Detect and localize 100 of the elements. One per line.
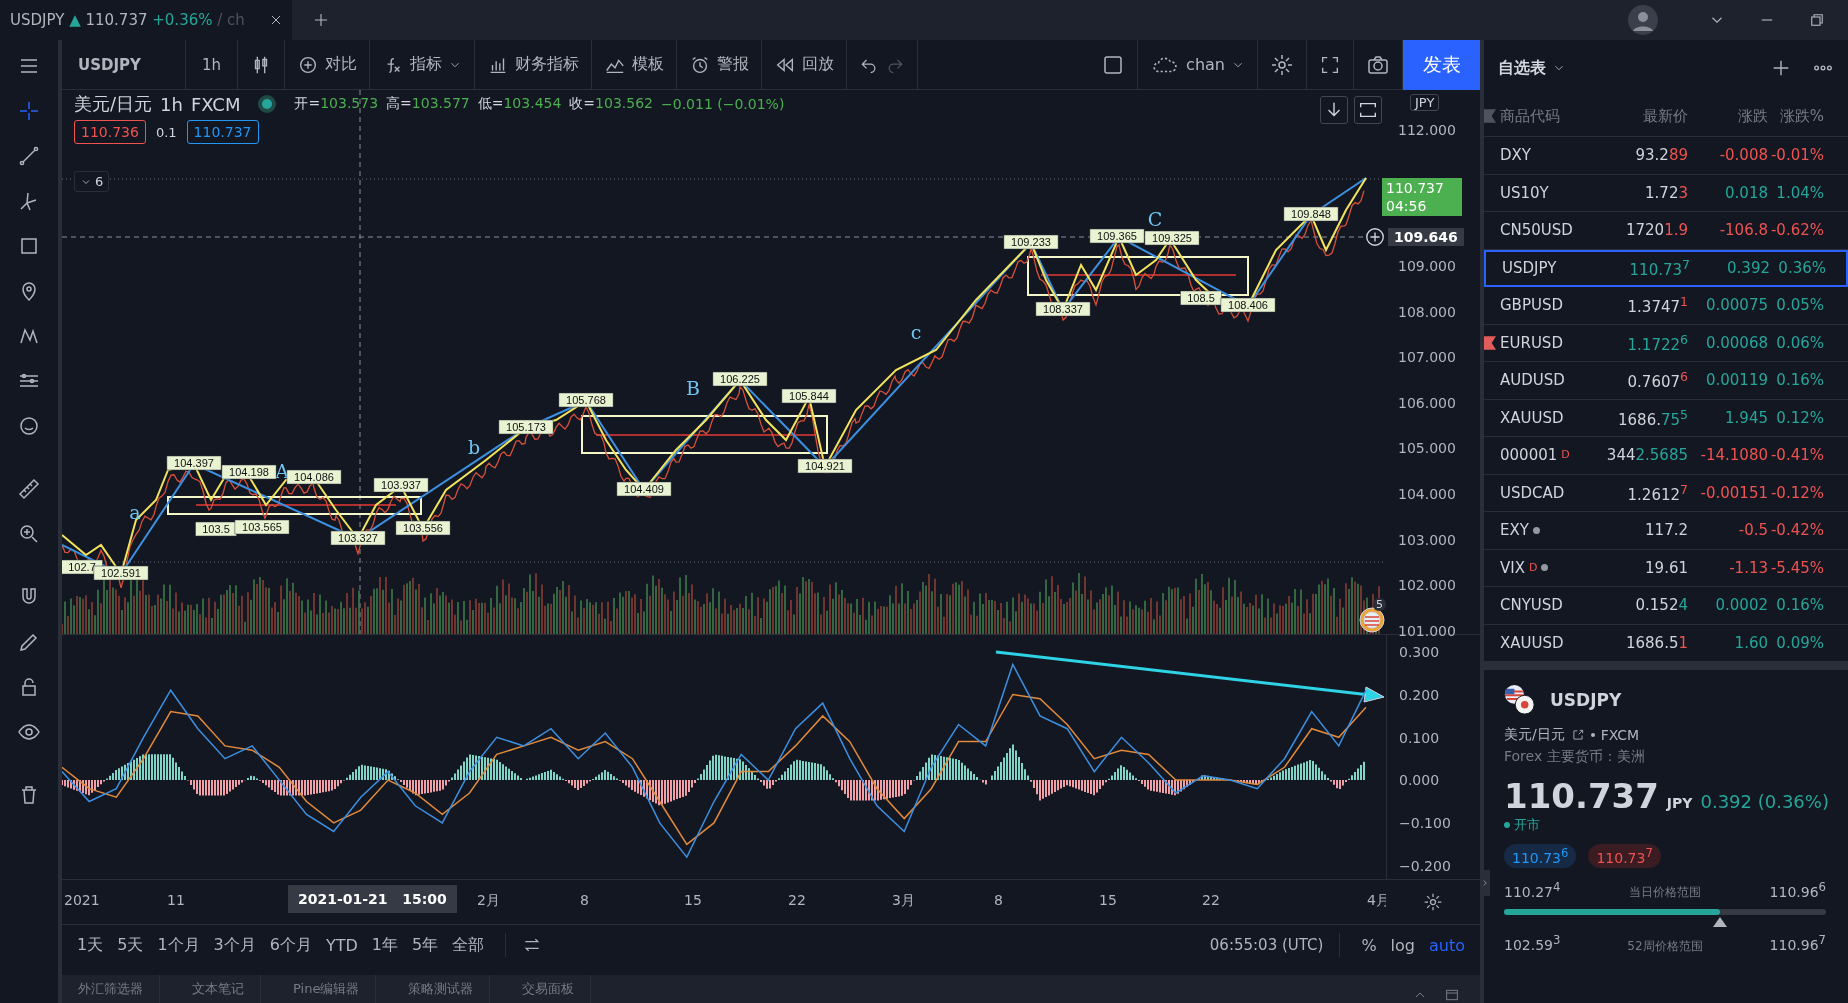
publish-button[interactable]: 发表 [1403, 39, 1480, 90]
panel-tab[interactable]: 交易面板 [506, 975, 592, 1003]
price-text: 19.61 [1644, 558, 1688, 577]
event-flag-icon[interactable] [1359, 607, 1385, 633]
scale-button[interactable]: % [1356, 935, 1382, 955]
change-text: −0.011 (−0.01%) [661, 96, 785, 112]
indicators-toggle[interactable]: 6 [74, 171, 110, 192]
watchlist-row[interactable]: EXY 117.2 -0.5 -0.42% [1484, 512, 1848, 550]
new-tab-icon[interactable] [312, 11, 330, 29]
watchlist-row[interactable]: AUDUSD 0.7607$^{6}$ 0.00119 0.16% [1484, 362, 1848, 400]
watchlist-row[interactable]: USDJPY 110.73$^{7}$ 0.392 0.36% [1484, 249, 1848, 287]
range-button[interactable]: 1个月 [152, 934, 205, 956]
watchlist-row[interactable]: VIX D 19.61 -1.13 -5.45% [1484, 549, 1848, 587]
range-button[interactable]: 6个月 [264, 934, 317, 956]
reset-icon[interactable] [1354, 96, 1382, 124]
panel-tab[interactable]: Pine编辑器 [277, 975, 377, 1003]
symbol-text: US10Y [1500, 183, 1549, 202]
scale-button[interactable]: auto [1424, 935, 1470, 955]
percent-text: -0.42% [1769, 521, 1824, 540]
collapse-handle-icon[interactable] [1480, 870, 1490, 896]
pivot-label: 104.921 [797, 458, 853, 474]
price-text: 110.73$^{7}$ [1628, 257, 1690, 280]
time-tick: 22 [788, 892, 806, 909]
axis-tick: 109.000 [1398, 258, 1456, 274]
watchlist-row[interactable]: XAUUSD 1686.75$^{5}$ 1.945 0.12% [1484, 399, 1848, 437]
time-tick: 8 [994, 892, 1003, 909]
column-header[interactable]: 最新价 [1596, 106, 1688, 126]
range-button[interactable]: 5天 [112, 934, 149, 956]
flag-icon[interactable] [1484, 334, 1496, 351]
external-link-icon[interactable] [1570, 728, 1585, 742]
range-button[interactable]: 1年 [366, 934, 403, 956]
toolbar-button[interactable]: 指标 [410, 54, 443, 75]
price-text: 1.2612$^{7}$ [1626, 481, 1688, 504]
range-button[interactable]: 1天 [72, 934, 109, 956]
percent-text: -0.62% [1769, 221, 1824, 240]
scale-button[interactable]: log [1385, 935, 1420, 955]
watchlist-row[interactable]: EURUSD 1.1722$^{6}$ 0.00068 0.06% [1484, 324, 1848, 362]
crosshair-time: 2021-01-21 15:00 [288, 885, 457, 914]
pivot-label: 103.556 [395, 520, 451, 536]
watchlist-row[interactable]: 000001 D 3442.5685 -14.1080 -0.41% [1484, 437, 1848, 475]
sell-price[interactable]: 110.736 [74, 120, 146, 144]
ruler-icon[interactable] [17, 477, 41, 501]
range-button[interactable]: 全部 [447, 934, 490, 956]
symbol-text: AUDUSD [1500, 371, 1565, 390]
ohlc-value: 高=103.577 [386, 95, 470, 113]
interval-button[interactable]: 1h [186, 39, 239, 90]
layout-name[interactable]: chan [1186, 55, 1225, 74]
watchlist-row[interactable]: US10Y 1.723 0.018 1.04% [1484, 174, 1848, 212]
watchlist-row[interactable]: DXY 93.289 -0.008 -0.01% [1484, 137, 1848, 175]
range-label: 52周价格范围 [1627, 937, 1703, 955]
column-header[interactable]: 涨跌 [1688, 106, 1768, 126]
pivot-label: 106.225 [712, 371, 768, 387]
bid-price[interactable]: 110.73$^{6}$ [1504, 844, 1577, 868]
price-text: 1.3747$^{1}$ [1626, 294, 1688, 317]
change-text: 0.00119 [1704, 371, 1768, 390]
watchlist-row[interactable]: GBPUSD 1.3747$^{1}$ 0.00075 0.05% [1484, 287, 1848, 325]
trend-line-icon[interactable] [17, 144, 41, 168]
pivot-label: 105.173 [498, 419, 554, 435]
buy-price[interactable]: 110.737 [186, 120, 259, 144]
toolbar-button[interactable]: 模板 [632, 54, 665, 75]
smiley-icon[interactable] [17, 414, 41, 438]
panel-tab[interactable]: 文本笔记 [176, 975, 261, 1003]
range-button[interactable]: YTD [320, 935, 363, 955]
column-header[interactable]: 涨跌% [1768, 106, 1824, 126]
watchlist-title[interactable]: 自选表 [1498, 57, 1546, 79]
ask-price[interactable]: 110.73$^{7}$ [1588, 844, 1661, 868]
restore-icon[interactable] [1808, 11, 1826, 29]
change-text: 0.00068 [1704, 333, 1768, 352]
column-header[interactable]: 商品代码 [1500, 106, 1596, 126]
range-button[interactable]: 3个月 [208, 934, 261, 956]
panel-tab[interactable]: 策略测试器 [392, 975, 491, 1003]
price-text: 3442.5685 [1605, 446, 1688, 465]
interval-text: 1h [160, 93, 183, 115]
avatar-icon[interactable] [1628, 5, 1658, 35]
percent-text: 0.09% [1775, 633, 1824, 652]
watchlist-row[interactable]: CN50USD 17201.9 -106.8 -0.62% [1484, 212, 1848, 250]
toolbar-button[interactable]: 警报 [717, 54, 750, 75]
pivot-label: 103.327 [330, 530, 386, 546]
change-text: 0.0002 [1714, 596, 1768, 615]
watchlist-row[interactable]: CNYUSD 0.1524 0.0002 0.16% [1484, 587, 1848, 625]
symbol-button[interactable]: USDJPY [62, 39, 186, 90]
watchlist-row[interactable]: XAUUSD 1686.51 1.60 0.09% [1484, 624, 1848, 662]
change-text: -1.13 [1728, 558, 1768, 577]
crosshair-icon[interactable] [17, 99, 41, 123]
range-button[interactable]: 5年 [407, 934, 444, 956]
watchlist-row[interactable]: USDCAD 1.2612$^{7}$ -0.00151 -0.12% [1484, 474, 1848, 512]
badge-text: D [1561, 448, 1570, 462]
description-text: 美元/日元 [1504, 726, 1565, 744]
symbol-text: CN50USD [1500, 221, 1573, 240]
currency-label[interactable]: JPY [1410, 94, 1440, 111]
panel-tab[interactable]: 外汇筛选器 [62, 975, 160, 1003]
badge-text: D [1528, 560, 1538, 574]
percent-text: -0.01% [1769, 146, 1824, 165]
percent-text: 0.05% [1775, 296, 1824, 315]
toolbar-button[interactable]: 对比 [325, 54, 358, 75]
toolbar-button[interactable]: 回放 [802, 54, 835, 75]
axis-tick: 103.000 [1398, 532, 1456, 548]
panel-icon[interactable] [1444, 987, 1460, 1003]
percent-text: 0.06% [1775, 333, 1824, 352]
toolbar-button[interactable]: 财务指标 [515, 54, 580, 75]
